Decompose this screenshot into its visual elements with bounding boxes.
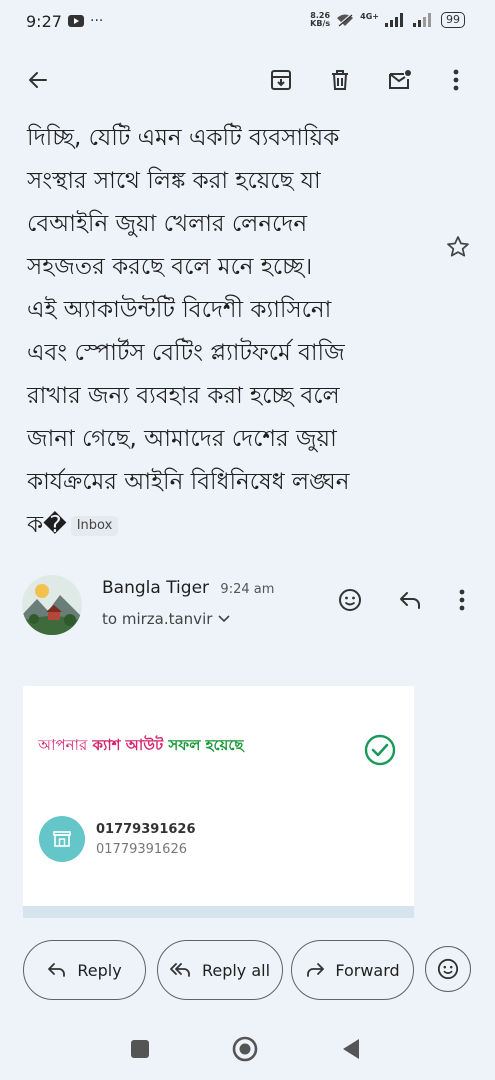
status-bar: 9:27 ··· 8.26 KB/s 4G+ 99	[0, 0, 495, 46]
arrow-back-icon	[29, 72, 47, 88]
headline-part-3: সফল হয়েছে	[168, 736, 244, 754]
status-right: 8.26 KB/s 4G+ 99	[310, 12, 465, 28]
check-circle-icon	[364, 734, 396, 766]
reply-icon	[400, 592, 420, 609]
cashout-headline: আপনার ক্যাশ আউট সফল হয়েছে	[38, 734, 244, 759]
network-type: 4G+	[360, 12, 379, 21]
headline-part-2: ক্যাশ আউট	[92, 736, 164, 754]
forward-label: Forward	[335, 960, 400, 980]
emoji-icon	[339, 589, 361, 611]
reply-all-button[interactable]: Reply all	[157, 940, 283, 1000]
account-number-primary: 01779391626	[96, 822, 196, 837]
reply-all-label: Reply all	[201, 960, 271, 980]
signal-icon	[385, 13, 403, 27]
sender-avatar[interactable]	[22, 575, 82, 635]
mark-unread-icon	[389, 70, 411, 89]
merchant-avatar	[39, 816, 85, 862]
reply-all-icon	[170, 963, 190, 977]
reply-button[interactable]: Reply	[23, 940, 146, 1000]
archive-button[interactable]	[267, 66, 295, 94]
body-line: সহজতর করছে বলে মনে হচ্ছে।	[27, 254, 313, 280]
sender-header: Bangla Tiger 9:24 am to mirza.tanvir	[22, 572, 482, 642]
body-line: সংস্থার সাথে লিঙ্ক করা হয়েছে যা	[27, 168, 321, 194]
forward-icon	[307, 963, 325, 977]
more-options-button[interactable]	[442, 66, 470, 94]
body-line: রাখার জন্য ব্যবহার করা হচ্ছে বলে	[27, 383, 340, 409]
back-button[interactable]	[24, 66, 52, 94]
body-line: এই অ্যাকাউন্টটি বিদেশী ক্যাসিনো	[27, 297, 332, 323]
card-footer-strip	[23, 906, 414, 918]
headline-part-1: আপনার	[38, 736, 88, 754]
mark-unread-button[interactable]	[386, 66, 414, 94]
more-vert-icon	[453, 69, 459, 91]
net-speed: 8.26 KB/s	[310, 12, 330, 28]
signal-2-icon	[413, 13, 431, 27]
landscape-avatar-icon	[22, 575, 82, 635]
system-back-button[interactable]	[340, 1037, 362, 1061]
archive-icon	[271, 70, 291, 90]
body-line: কার্যক্রমের আইনি বিধিনিষেধ লঙ্ঘন	[27, 469, 350, 495]
email-content-card: আপনার ক্যাশ আউট সফল হয়েছে 01779391626 0…	[23, 686, 414, 918]
more-vert-icon	[459, 589, 465, 611]
system-nav-bar	[0, 1020, 495, 1080]
trash-icon	[332, 70, 348, 90]
reply-icon-button[interactable]	[396, 586, 424, 614]
reply-label: Reply	[77, 960, 122, 980]
notification-icons: ···	[68, 13, 103, 29]
battery-indicator: 99	[441, 12, 465, 28]
body-line: জানা গেছে, আমাদের দেশের জুয়া	[27, 426, 337, 452]
body-line: দিচ্ছি, যেটি এমন একটি ব্যবসায়িক	[27, 125, 340, 151]
body-line-text: ক�	[27, 512, 67, 538]
store-icon	[53, 831, 71, 847]
more-notifications-icon: ···	[90, 13, 104, 29]
react-emoji-button[interactable]	[425, 946, 471, 992]
star-icon	[447, 236, 469, 257]
body-line: বেআইনি জুয়া খেলার লেনদেন	[27, 211, 308, 237]
recents-button[interactable]	[131, 1040, 149, 1058]
status-time: 9:27	[26, 12, 62, 31]
sender-name[interactable]: Bangla Tiger	[102, 578, 209, 598]
email-toolbar	[0, 52, 495, 110]
no-wifi-icon	[337, 13, 354, 27]
delete-button[interactable]	[326, 66, 354, 94]
recipient-line: to mirza.tanvir	[102, 610, 213, 628]
message-more-button[interactable]	[448, 586, 476, 614]
star-button[interactable]	[445, 234, 473, 262]
recipient-details-toggle[interactable]: to mirza.tanvir	[102, 610, 230, 628]
email-body-snippet: দিচ্ছি, যেটি এমন একটি ব্যবসায়িক সংস্থার…	[27, 117, 447, 547]
sent-time: 9:24 am	[220, 582, 275, 597]
net-speed-unit: KB/s	[310, 19, 331, 28]
sender-name-row: Bangla Tiger 9:24 am	[102, 578, 274, 598]
home-button[interactable]	[232, 1036, 258, 1062]
body-line: এবং স্পোর্টস বেটিং প্ল্যাটফর্মে বাজি	[27, 340, 345, 366]
emoji-icon	[437, 958, 459, 980]
reply-icon	[48, 963, 66, 977]
add-reaction-button[interactable]	[336, 586, 364, 614]
account-number-secondary: 01779391626	[96, 842, 187, 857]
youtube-icon	[68, 15, 84, 27]
body-last-line: ক� Inbox	[27, 504, 447, 547]
forward-button[interactable]: Forward	[291, 940, 414, 1000]
chevron-down-icon	[218, 615, 230, 623]
inbox-label-chip[interactable]: Inbox	[70, 515, 119, 536]
